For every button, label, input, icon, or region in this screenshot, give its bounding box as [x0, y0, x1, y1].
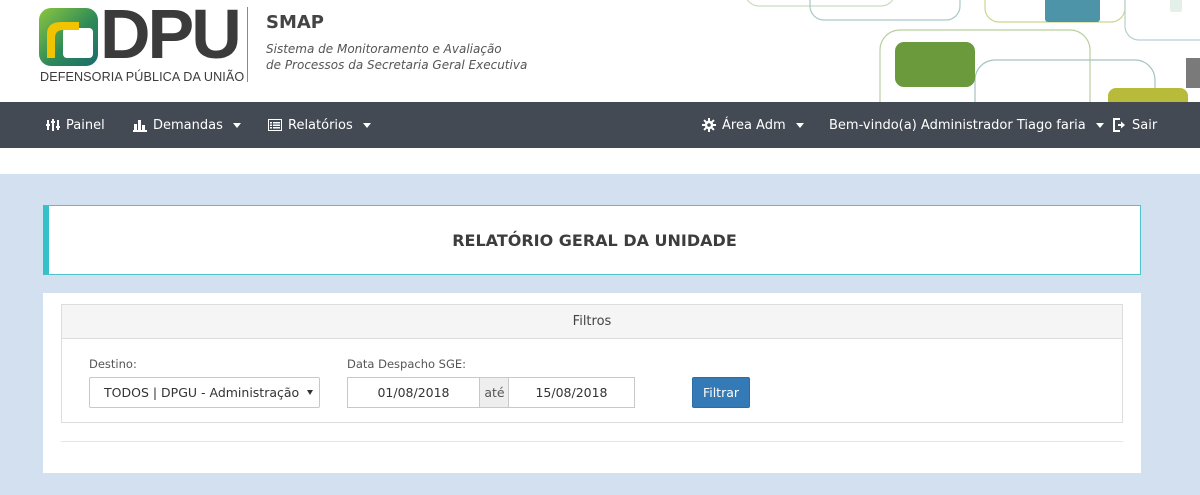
app-description-line1: Sistema de Monitoramento e Avaliação: [266, 42, 502, 56]
sliders-icon: [46, 118, 60, 132]
destino-label: Destino:: [89, 357, 137, 371]
date-from-input[interactable]: 01/08/2018: [347, 377, 480, 408]
chevron-down-icon: [362, 122, 371, 128]
header-decoration: [746, 0, 1200, 102]
nav-user-menu[interactable]: Bem-vindo(a) Administrador Tiago faria: [829, 102, 1104, 148]
date-label: Data Despacho SGE:: [347, 357, 467, 371]
nav-sair[interactable]: Sair: [1112, 102, 1157, 148]
select-caret-icon: [307, 390, 313, 395]
page-title: RELATÓRIO GERAL DA UNIDADE: [452, 230, 737, 250]
nav-relatorios[interactable]: Relatórios: [268, 102, 371, 148]
nav-demandas[interactable]: Demandas: [133, 102, 241, 148]
card-divider: [61, 441, 1123, 442]
nav-painel[interactable]: Painel: [46, 102, 105, 148]
nav-relatorios-label: Relatórios: [288, 117, 353, 133]
dpu-logo-icon[interactable]: [39, 8, 98, 66]
filters-panel: Filtros Destino: TODOS | DPGU - Administ…: [61, 304, 1123, 423]
nav-area-adm[interactable]: Área Adm: [702, 102, 804, 148]
header-divider: [247, 7, 248, 82]
app-description-line2: de Processos da Secretaria Geral Executi…: [266, 58, 528, 72]
bar-chart-icon: [133, 118, 147, 132]
filters-card: Filtros Destino: TODOS | DPGU - Administ…: [43, 293, 1141, 473]
chevron-down-icon: [795, 122, 804, 128]
filtrar-button[interactable]: Filtrar: [692, 377, 750, 408]
destino-select[interactable]: TODOS | DPGU - Administração: [89, 377, 320, 408]
logo-subtitle: DEFENSORIA PÚBLICA DA UNIÃO: [40, 70, 245, 84]
chevron-down-icon: [1095, 122, 1104, 128]
page-title-box: RELATÓRIO GERAL DA UNIDADE: [43, 205, 1141, 275]
app-title: SMAP: [266, 12, 324, 33]
nav-sair-label: Sair: [1132, 117, 1158, 133]
chevron-down-icon: [232, 122, 241, 128]
nav-user-label: Bem-vindo(a) Administrador Tiago faria: [829, 117, 1086, 133]
nav-demandas-label: Demandas: [153, 117, 223, 133]
main-navbar: Painel Demandas Relatórios Área Adm Bem-…: [0, 102, 1200, 148]
header: DPU DEFENSORIA PÚBLICA DA UNIÃO SMAP Sis…: [0, 0, 1200, 102]
list-alt-icon: [268, 118, 282, 132]
filters-panel-title: Filtros: [62, 305, 1122, 339]
nav-area-adm-label: Área Adm: [722, 117, 786, 133]
date-range-separator: até: [480, 377, 509, 408]
date-to-input[interactable]: 15/08/2018: [508, 377, 635, 408]
sign-out-icon: [1112, 118, 1126, 132]
nav-painel-label: Painel: [66, 117, 105, 133]
destino-select-value: TODOS | DPGU - Administração: [104, 385, 300, 400]
logo-wordmark: DPU: [100, 0, 242, 73]
gear-icon: [702, 118, 716, 132]
